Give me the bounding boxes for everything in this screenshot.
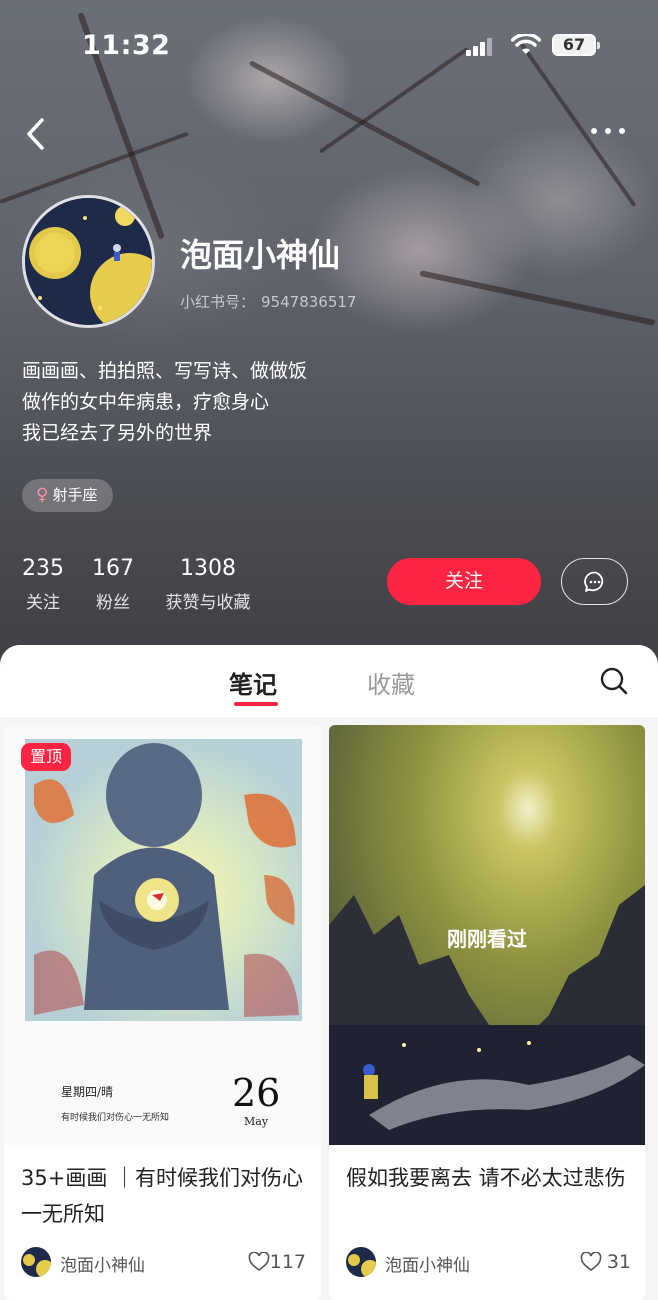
diary-month: May — [244, 1115, 269, 1128]
profile-id[interactable]: 小红书号： 9547836517 — [180, 291, 356, 312]
zodiac-label: 射手座 — [52, 486, 98, 504]
battery-level: 67 — [562, 35, 586, 54]
like-count: 117 — [269, 1251, 306, 1273]
message-button[interactable] — [561, 558, 628, 605]
follow-button[interactable]: 关注 — [387, 558, 541, 605]
zodiac-tag: ♀ 射手座 — [22, 479, 114, 512]
note-title: 假如我要离去 请不必太过悲伤 — [346, 1166, 626, 1190]
profile-tabs: 笔记 收藏 — [0, 645, 658, 717]
more-dots-icon[interactable] — [586, 120, 630, 144]
stat-label: 获赞与收藏 — [165, 593, 251, 613]
author-name[interactable]: 泡面小神仙 — [385, 1251, 470, 1276]
author-avatar[interactable] — [21, 1247, 51, 1277]
bio-line: 做作的女中年病患，疗愈身心 — [22, 391, 270, 413]
content-panel: 笔记 收藏 置顶 星期四/晴 有时候我们对伤心一无所知 26 May 35+画画… — [0, 645, 658, 1300]
message-icon — [584, 571, 604, 592]
heart-icon — [580, 1252, 602, 1271]
author-avatar[interactable] — [346, 1247, 376, 1277]
heart-icon — [248, 1252, 270, 1271]
status-time: 11:32 — [82, 30, 171, 61]
recently-viewed-label: 刚刚看过 — [447, 927, 527, 951]
note-card[interactable]: 置顶 星期四/晴 有时候我们对伤心一无所知 26 May 35+画画 ｜有时候我… — [4, 725, 321, 1300]
like-count: 31 — [606, 1251, 631, 1273]
stat-value: 235 — [22, 556, 64, 581]
status-bar: 11:32 67 — [0, 26, 658, 66]
profile-id-label: 小红书号： — [180, 293, 256, 311]
profile-nickname: 泡面小神仙 — [180, 236, 341, 274]
background-branch — [419, 270, 656, 326]
profile-header-background: 11:32 67 泡面小神仙 小红书号： 9547836517 画画画、拍拍照、… — [0, 0, 658, 680]
note-footer: 泡面小神仙 31 — [346, 1247, 631, 1277]
background-branch — [248, 60, 481, 187]
bio-line: 画画画、拍拍照、写写诗、做做饭 — [22, 360, 308, 382]
diary-weekday: 星期四/晴 — [61, 1085, 114, 1099]
wifi-icon — [511, 34, 541, 54]
stat-value: 167 — [92, 556, 134, 581]
tab-notes[interactable]: 笔记 — [229, 665, 277, 700]
note-footer: 泡面小神仙 117 — [21, 1247, 306, 1277]
stat-label: 关注 — [26, 593, 60, 613]
tab-favorites[interactable]: 收藏 — [367, 665, 415, 700]
battery-icon: 67 — [552, 34, 600, 56]
profile-bio: 画画画、拍拍照、写写诗、做做饭 做作的女中年病患，疗愈身心 我已经去了另外的世界 — [22, 356, 307, 449]
bio-line: 我已经去了另外的世界 — [22, 422, 213, 444]
diary-line: 有时候我们对伤心一无所知 — [61, 1113, 170, 1123]
stat-followers[interactable]: 167 粉丝 — [92, 555, 134, 613]
stat-value: 1308 — [180, 556, 236, 581]
note-card[interactable]: 刚刚看过 假如我要离去 请不必太过悲伤 泡面小神仙 31 — [329, 725, 645, 1300]
note-cover-image: 置顶 星期四/晴 有时候我们对伤心一无所知 26 May — [4, 725, 321, 1145]
like-button[interactable]: 31 — [569, 1249, 631, 1275]
stat-likes-and-saves[interactable]: 1308 获赞与收藏 — [162, 555, 254, 613]
female-icon: ♀ — [36, 485, 49, 505]
search-icon[interactable] — [598, 665, 630, 697]
back-arrow-icon[interactable] — [22, 114, 52, 154]
note-cover-image: 刚刚看过 — [329, 725, 645, 1145]
avatar[interactable] — [22, 195, 155, 328]
diary-day: 26 — [232, 1071, 281, 1115]
pinned-badge: 置顶 — [21, 743, 72, 771]
active-tab-indicator — [234, 702, 278, 706]
stat-following[interactable]: 235 关注 — [22, 555, 64, 613]
author-name[interactable]: 泡面小神仙 — [60, 1251, 145, 1276]
profile-id-value: 9547836517 — [261, 293, 357, 311]
stat-label: 粉丝 — [96, 593, 130, 613]
note-title: 35+画画 ｜有时候我们对伤心一无所知 — [21, 1166, 303, 1226]
signal-icon — [466, 38, 494, 56]
like-button[interactable]: 117 — [244, 1249, 306, 1275]
